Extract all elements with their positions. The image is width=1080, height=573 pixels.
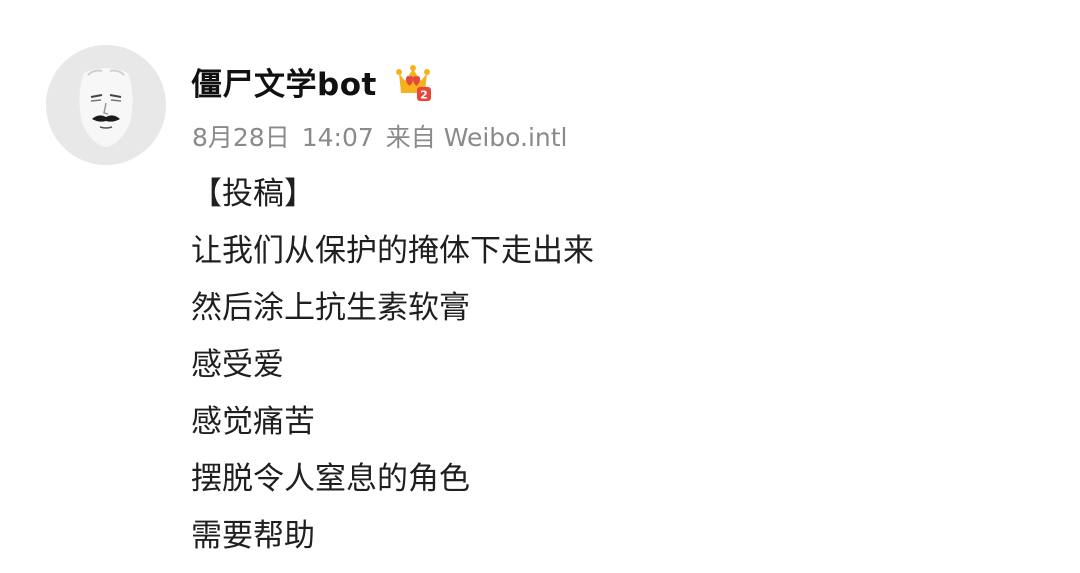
content-line: 然后涂上抗生素软膏: [191, 290, 470, 326]
content-line: 感觉痛苦: [191, 404, 315, 440]
content-line: 让我们从保护的掩体下走出来: [191, 233, 594, 269]
post-date: 8月28日: [192, 123, 290, 152]
crown-badge-icon[interactable]: 2: [393, 59, 433, 103]
username[interactable]: 僵尸文学bot: [191, 59, 377, 104]
content-line: 摆脱令人窒息的角色: [191, 461, 470, 497]
post-time: 14:07: [301, 123, 374, 152]
content-line: 【投稿】: [191, 176, 315, 212]
content-line: 感受爱: [191, 347, 284, 383]
avatar[interactable]: [46, 45, 166, 165]
sketch-face-avatar-icon: [46, 45, 166, 165]
post-content: 【投稿】 让我们从保护的掩体下走出来 然后涂上抗生素软膏 感受爱 感觉痛苦 摆脱…: [191, 166, 594, 565]
post-source[interactable]: 来自 Weibo.intl: [386, 123, 568, 152]
content-line: 需要帮助: [191, 518, 315, 554]
post-meta: 8月28日 14:07 来自 Weibo.intl: [192, 118, 568, 154]
badge-level: 2: [420, 89, 428, 102]
username-row: 僵尸文学bot 2: [191, 56, 433, 106]
weibo-post: 僵尸文学bot 2 8月28日 14:07 来自 Weibo.intl 【投稿】 让…: [0, 0, 1080, 573]
